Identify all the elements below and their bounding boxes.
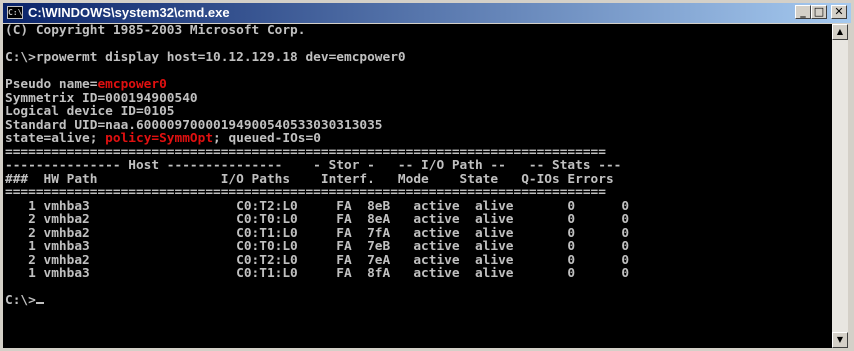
copyright-line: (C) Copyright 1985-2003 Microsoft Corp. [5,24,306,38]
cmd-window: C:\ C:\WINDOWS\system32\cmd.exe _ □ ✕ (C… [0,0,854,351]
minimize-button[interactable]: _ [795,5,811,19]
prompt: C:\> [5,293,36,308]
command-line: C:\>rpowermt display host=10.12.129.18 d… [5,50,406,65]
console-text: (C) Copyright 1985-2003 Microsoft Corp. … [3,24,832,308]
console-output[interactable]: (C) Copyright 1985-2003 Microsoft Corp. … [3,24,832,348]
text-cursor [35,302,44,304]
scroll-up-button[interactable]: ▲ [832,24,848,40]
window-title: C:\WINDOWS\system32\cmd.exe [28,5,230,20]
table-row: 1 vmhba3 C0:T1:L0 FA 8fA active alive 0 … [5,266,630,281]
close-button[interactable]: ✕ [831,5,847,19]
cmd-icon[interactable]: C:\ [7,6,23,19]
maximize-button[interactable]: □ [811,5,827,19]
title-bar[interactable]: C:\ C:\WINDOWS\system32\cmd.exe _ □ ✕ [3,3,851,23]
scroll-down-button[interactable]: ▼ [832,332,848,348]
vertical-scrollbar[interactable]: ▲ ▼ [832,24,848,348]
